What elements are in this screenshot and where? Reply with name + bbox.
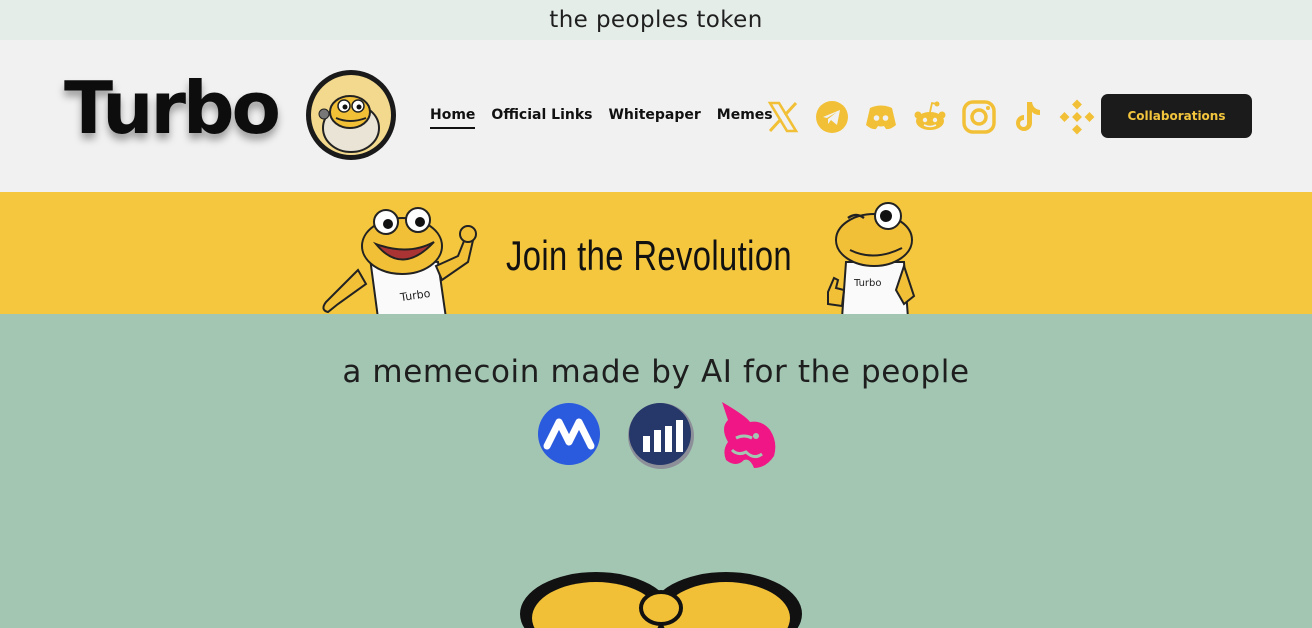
social-links xyxy=(765,99,1095,135)
logo-text[interactable]: Turbo xyxy=(64,72,281,144)
nav-official-links[interactable]: Official Links xyxy=(491,107,592,129)
top-tagline-bar: the peoples token xyxy=(0,0,1312,40)
top-tagline: the peoples token xyxy=(549,7,763,33)
logo-avatar[interactable] xyxy=(304,68,398,162)
tiktok-icon[interactable] xyxy=(1010,99,1046,135)
x-icon[interactable] xyxy=(765,99,801,135)
shirt-text-right: Turbo xyxy=(853,278,882,289)
nav-home[interactable]: Home xyxy=(430,107,476,129)
instagram-icon[interactable] xyxy=(961,99,997,135)
frog-mascot-left: Turbo xyxy=(322,207,477,314)
nav-whitepaper[interactable]: Whitepaper xyxy=(608,107,700,129)
frog-mascot-right: Turbo xyxy=(827,202,916,314)
main-nav: Home Official Links Whitepaper Memes xyxy=(430,107,773,129)
coingecko-icon[interactable] xyxy=(627,402,695,470)
main-tagline: a memecoin made by AI for the people xyxy=(342,354,970,390)
telegram-icon[interactable] xyxy=(814,99,850,135)
coinmarketcap-icon[interactable] xyxy=(537,402,601,466)
collaborations-button[interactable]: Collaborations xyxy=(1101,94,1252,138)
uniswap-icon[interactable] xyxy=(716,398,780,472)
banner-title: Join the Revolution xyxy=(506,232,793,279)
discord-icon[interactable] xyxy=(863,99,899,135)
big-frog-mascot xyxy=(520,572,802,628)
revolution-banner: Turbo Join the Revolution Turbo xyxy=(0,192,1312,314)
reddit-icon[interactable] xyxy=(912,99,948,135)
binance-icon[interactable] xyxy=(1059,99,1095,135)
